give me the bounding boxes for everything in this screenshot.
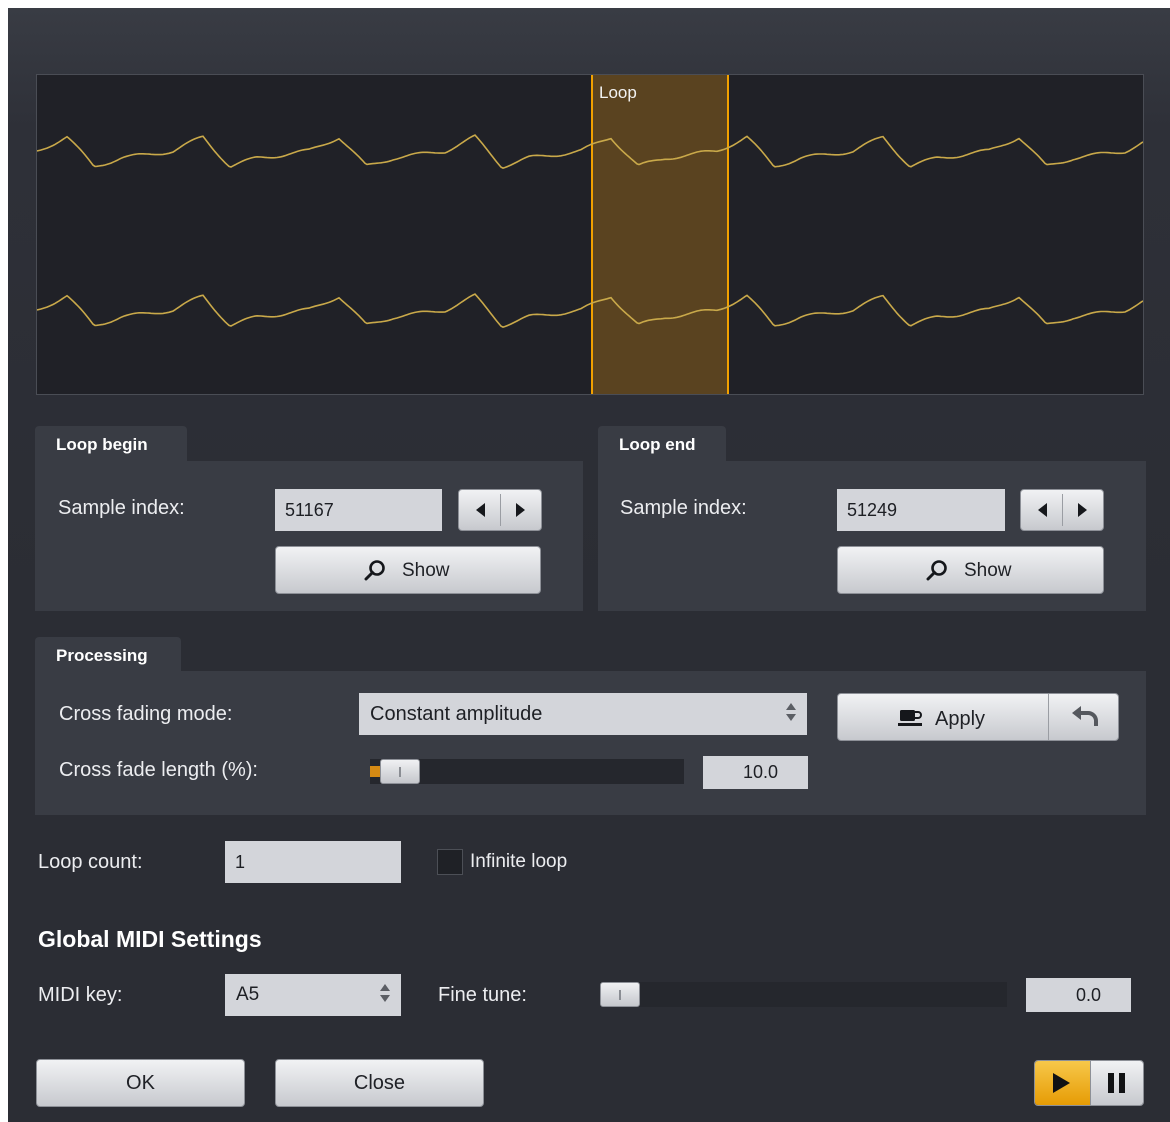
cross-fade-length-label: Cross fade length (%): [59,759,258,781]
tab-processing: Processing [35,637,181,673]
loop-region[interactable] [592,75,728,394]
select-updown-icon [378,984,392,1008]
loop-begin-show-label: Show [402,560,450,581]
cross-fade-length-field[interactable]: 10.0 [703,756,808,789]
fine-tune-field[interactable]: 0.0 [1026,978,1131,1012]
loop-begin-sample-index-label: Sample index: [58,497,185,519]
loop-editor-dialog: Loop Loop begin Sample index: 51167 Show… [8,8,1170,1122]
arrow-left-icon [476,503,485,517]
waveform-canvas [37,75,1143,394]
apply-button[interactable]: Apply [838,694,1047,740]
midi-key-select[interactable]: A5 [225,974,401,1016]
arrow-left-icon [1038,503,1047,517]
loop-begin-show-button[interactable]: Show [275,546,541,594]
infinite-loop-label[interactable]: Infinite loop [470,851,567,873]
cross-fading-mode-select[interactable]: Constant amplitude [359,693,807,735]
global-midi-settings-heading: Global MIDI Settings [38,926,262,952]
fine-tune-thumb[interactable] [600,982,640,1007]
apply-label: Apply [935,708,986,730]
loop-end-show-label: Show [964,560,1012,581]
undo-icon [1070,705,1100,735]
cross-fade-length-slider[interactable] [370,759,684,784]
waveform-channel-1 [37,134,1143,169]
tab-loop-begin: Loop begin [35,426,187,462]
loop-begin-decrement-button[interactable] [459,490,500,530]
loop-begin-sample-index-field[interactable]: 51167 [275,489,442,531]
loop-count-field[interactable]: 1 [225,841,401,883]
play-icon [1053,1073,1070,1093]
cross-fading-mode-label: Cross fading mode: [59,703,233,725]
cross-fade-length-thumb[interactable] [379,759,420,784]
ok-button[interactable]: OK [36,1059,245,1107]
fine-tune-label: Fine tune: [438,984,527,1006]
processing-panel: Cross fading mode: Constant amplitude Ap… [35,671,1146,815]
magnifier-icon [926,559,950,589]
close-button[interactable]: Close [275,1059,484,1107]
arrow-right-icon [516,503,525,517]
infinite-loop-checkbox[interactable] [437,849,463,875]
pause-button[interactable] [1091,1061,1143,1105]
loop-end-increment-button[interactable] [1063,490,1104,530]
midi-key-label: MIDI key: [38,984,123,1006]
loop-end-panel: Sample index: 51249 Show [598,461,1146,611]
magnifier-icon [364,559,388,589]
loop-end-decrement-button[interactable] [1021,490,1062,530]
play-button[interactable] [1035,1061,1090,1105]
waveform-channel-2 [37,293,1143,328]
revert-button[interactable] [1049,694,1118,740]
waveform-view[interactable]: Loop [36,74,1144,395]
fine-tune-slider[interactable] [600,982,1007,1007]
loop-end-stepper [1020,489,1104,531]
loop-count-label: Loop count: [38,851,143,873]
apply-button-group: Apply [837,693,1119,741]
loop-end-sample-index-label: Sample index: [620,497,747,519]
loop-begin-stepper [458,489,542,531]
select-updown-icon [784,703,798,727]
loop-begin-increment-button[interactable] [501,490,542,530]
cup-icon [898,707,924,735]
loop-end-show-button[interactable]: Show [837,546,1104,594]
loop-begin-panel: Sample index: 51167 Show [35,461,583,611]
cross-fading-mode-value: Constant amplitude [370,703,543,725]
arrow-right-icon [1078,503,1087,517]
loop-end-sample-index-field[interactable]: 51249 [837,489,1005,531]
loop-region-label: Loop [599,83,637,102]
midi-key-value: A5 [236,984,260,1005]
tab-loop-end: Loop end [598,426,726,462]
playback-controls [1034,1060,1144,1106]
